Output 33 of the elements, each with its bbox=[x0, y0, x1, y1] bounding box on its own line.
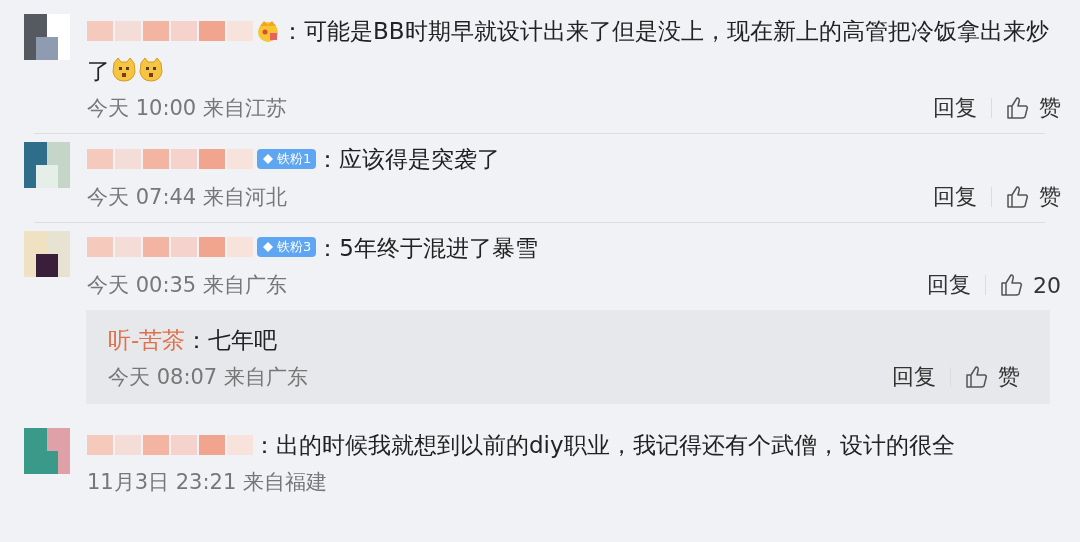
like-icon bbox=[1006, 184, 1029, 209]
comment-meta: 11月3日 23:21 来自福建 bbox=[87, 468, 327, 496]
fan-badge: 铁粉1 bbox=[257, 148, 317, 169]
comment-text: ：可能是BB时期早就设计出来了但是没上，现在新上的高管把冷饭拿出来炒 bbox=[281, 17, 1049, 44]
diamond-icon bbox=[262, 241, 274, 253]
blurred-avatar bbox=[24, 14, 70, 60]
dog-emoji-icon bbox=[111, 57, 137, 83]
like-icon bbox=[1006, 96, 1029, 120]
comment-meta: 今天 00:35 来自广东 bbox=[87, 272, 287, 299]
comment-meta: 今天 07:44 来自河北 bbox=[87, 183, 287, 211]
comment-text: ：应该得是突袭了 bbox=[316, 145, 501, 172]
like-icon bbox=[1000, 273, 1023, 297]
like-icon bbox=[965, 365, 988, 389]
blurred-avatar bbox=[24, 142, 70, 188]
blurred-avatar bbox=[24, 428, 70, 474]
comment-meta: 今天 08:07 来自广东 bbox=[108, 364, 308, 391]
dog-emoji-icon bbox=[138, 57, 164, 83]
reply-link[interactable]: 回复 bbox=[927, 270, 971, 300]
comment-meta: 今天 10:00 来自江苏 bbox=[87, 95, 287, 122]
comment-text: 了 bbox=[87, 57, 110, 83]
reply-link[interactable]: 回复 bbox=[933, 181, 977, 212]
like-button[interactable]: 赞 bbox=[1006, 181, 1065, 212]
reply-text: ：七年吧 bbox=[185, 327, 278, 353]
like-button[interactable]: 20 bbox=[1000, 272, 1065, 298]
reply-link[interactable]: 回复 bbox=[892, 362, 936, 392]
reply-link[interactable]: 回复 bbox=[933, 93, 977, 123]
like-button[interactable]: 赞 bbox=[965, 362, 1050, 392]
comment-text: ：5年终于混进了暴雪 bbox=[316, 234, 538, 260]
diamond-icon bbox=[262, 152, 274, 165]
comment-text: ：出的时候我就想到以前的diy职业，我记得还有个武僧，设计的很全 bbox=[253, 431, 955, 458]
fan-badge: 铁粉3 bbox=[257, 237, 317, 257]
like-button[interactable]: 赞 bbox=[1006, 93, 1065, 123]
blurred-avatar bbox=[24, 230, 70, 277]
